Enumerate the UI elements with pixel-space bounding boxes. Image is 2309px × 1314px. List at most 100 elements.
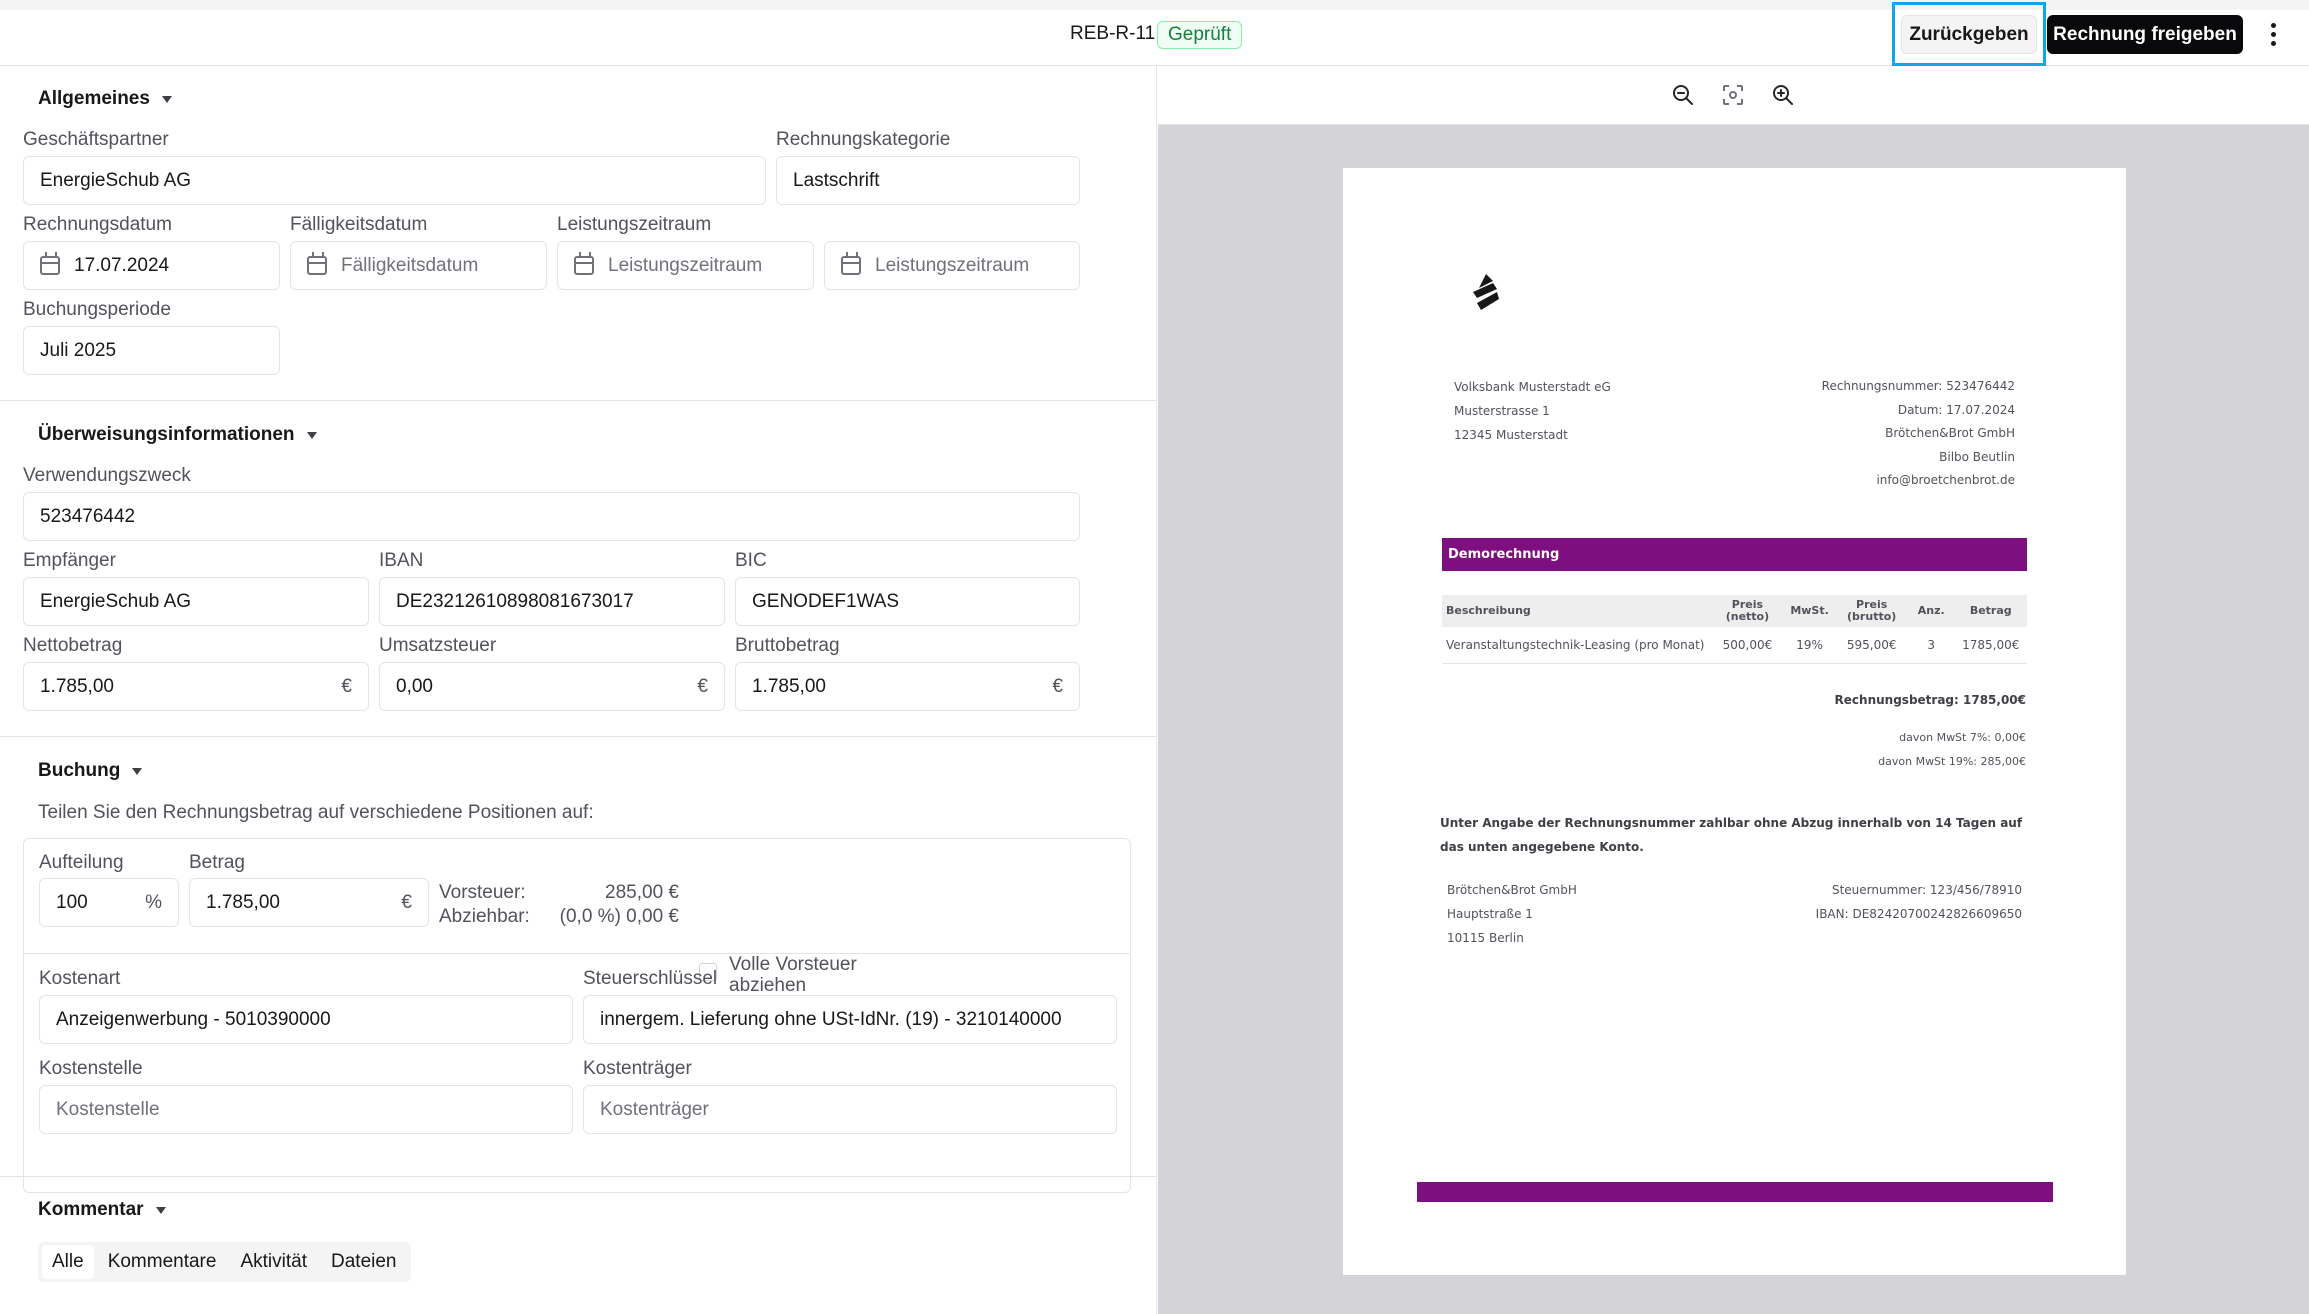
due-date-field[interactable]: Fälligkeitsdatum: [290, 241, 547, 290]
pdf-toolbar: [1158, 66, 2309, 125]
partner-value: EnergieSchub AG: [40, 169, 192, 191]
iban-field[interactable]: DE23212610898081673017: [379, 577, 725, 626]
category-field[interactable]: Lastschrift: [776, 156, 1080, 205]
amount-label: Betrag: [189, 852, 245, 873]
period-to-field[interactable]: Leistungszeitraum: [824, 241, 1080, 290]
column-header: Preis (brutto): [1835, 595, 1908, 627]
table-cell: 1785,00€: [1954, 627, 2027, 664]
recipient-value: EnergieSchub AG: [40, 590, 192, 612]
partner-label: Geschäftspartner: [23, 129, 169, 150]
tax-key-field[interactable]: innergem. Lieferung ohne USt-IdNr. (19) …: [583, 995, 1117, 1044]
sender-line: Musterstrasse 1: [1454, 404, 1550, 418]
section-divider: [0, 1176, 1156, 1177]
invoice-date-field[interactable]: 17.07.2024: [23, 241, 280, 290]
payment-note: Unter Angabe der Rechnungsnummer zahlbar…: [1440, 816, 2023, 854]
recipient-field[interactable]: EnergieSchub AG: [23, 577, 369, 626]
purpose-label: Verwendungszweck: [23, 465, 191, 486]
split-amount-value: 1.785,00: [206, 891, 280, 913]
section-booking-title: Buchung: [38, 760, 121, 781]
section-comment-toggle[interactable]: Kommentar: [38, 1199, 166, 1221]
booking-period-field[interactable]: Juli 2025: [23, 326, 280, 375]
vat-label: Umsatzsteuer: [379, 635, 497, 656]
cost-type-value: Anzeigenwerbung - 5010390000: [56, 1008, 331, 1030]
column-header: MwSt.: [1783, 595, 1836, 627]
invoice-tax-breakdown: davon MwSt 7%: 0,00€ davon MwSt 19%: 285…: [1878, 726, 2026, 774]
period-to-placeholder: Leistungszeitraum: [875, 254, 1030, 276]
return-button[interactable]: Zurückgeben: [1901, 15, 2037, 54]
tax-line: davon MwSt 7%: 0,00€: [1899, 731, 2026, 744]
booking-period-value: Juli 2025: [40, 339, 117, 361]
due-date-label: Fälligkeitsdatum: [290, 214, 428, 235]
column-header: Beschreibung: [1442, 595, 1712, 627]
vat-field[interactable]: 0,00 €: [379, 662, 725, 711]
footer-tax-info: Steuernummer: 123/456/78910 IBAN: DE8242…: [1816, 878, 2022, 926]
cost-center-field[interactable]: Kostenstelle: [39, 1085, 573, 1134]
tab-files[interactable]: Dateien: [321, 1245, 407, 1279]
gross-amount-field[interactable]: 1.785,00 €: [735, 662, 1080, 711]
bic-value: GENODEF1WAS: [752, 590, 900, 612]
vat-value: 0,00: [396, 675, 433, 697]
tab-comments[interactable]: Kommentare: [98, 1245, 227, 1279]
column-header: Betrag: [1954, 595, 2027, 627]
period-from-field[interactable]: Leistungszeitraum: [557, 241, 814, 290]
currency-suffix: €: [1052, 675, 1063, 697]
tax-line: davon MwSt 19%: 285,00€: [1878, 755, 2026, 768]
meta-line: Bilbo Beutlin: [1939, 449, 2015, 464]
zoom-out-icon[interactable]: [1671, 83, 1695, 107]
deductible-label: Abziehbar:: [439, 906, 530, 927]
split-percent-value: 100: [56, 891, 88, 913]
split-percent-field[interactable]: 100 %: [39, 878, 179, 927]
section-general-title: Allgemeines: [38, 88, 150, 109]
fit-screen-icon[interactable]: [1721, 83, 1745, 107]
calendar-icon: [841, 252, 861, 275]
currency-suffix: €: [697, 675, 708, 697]
gross-amount-label: Bruttobetrag: [735, 635, 840, 656]
iban-value: DE23212610898081673017: [396, 590, 634, 612]
status-badge: Geprüft: [1157, 21, 1243, 49]
caret-down-icon: [132, 767, 143, 775]
bic-field[interactable]: GENODEF1WAS: [735, 577, 1080, 626]
footer-line: Brötchen&Brot GmbH: [1447, 883, 1577, 897]
split-label: Aufteilung: [39, 852, 124, 873]
cost-unit-field[interactable]: Kostenträger: [583, 1085, 1117, 1134]
tab-all[interactable]: Alle: [42, 1245, 94, 1279]
footer-address: Brötchen&Brot GmbH Hauptstraße 1 10115 B…: [1447, 878, 1577, 950]
column-header: Preis (netto): [1711, 595, 1784, 627]
meta-line: info@broetchenbrot.de: [1876, 473, 2015, 487]
cost-type-field[interactable]: Anzeigenwerbung - 5010390000: [39, 995, 573, 1044]
section-comment-title: Kommentar: [38, 1199, 144, 1220]
section-booking-toggle[interactable]: Buchung: [38, 760, 143, 782]
input-tax-label: Vorsteuer:: [439, 882, 526, 903]
pdf-preview-panel: Volksbank Musterstadt eG Musterstrasse 1…: [1158, 66, 2309, 1314]
section-general-toggle[interactable]: Allgemeines: [38, 88, 172, 110]
full-input-tax-label: Volle Vorsteuer abziehen: [729, 954, 857, 996]
footer-line: Steuernummer: 123/456/78910: [1831, 883, 2022, 897]
more-vertical-icon[interactable]: [2263, 18, 2283, 50]
net-amount-field[interactable]: 1.785,00 €: [23, 662, 369, 711]
split-card-divider: [23, 953, 1131, 954]
period-label: Leistungszeitraum: [557, 214, 712, 235]
invoice-form-panel: Allgemeines Geschäftspartner EnergieSchu…: [0, 66, 1157, 1314]
currency-suffix: €: [341, 675, 352, 697]
section-transfer-toggle[interactable]: Überweisungsinformationen: [38, 424, 317, 446]
table-cell: 19%: [1783, 627, 1836, 664]
top-bar: REB-R-11 Geprüft Zurückgeben Rechnung fr…: [0, 0, 2309, 66]
split-amount-field[interactable]: 1.785,00 €: [189, 878, 429, 927]
zoom-in-icon[interactable]: [1771, 83, 1795, 107]
footer-line: Hauptstraße 1: [1447, 907, 1533, 921]
caret-down-icon: [161, 95, 172, 103]
percent-suffix: %: [145, 891, 162, 913]
cost-type-label: Kostenart: [39, 968, 121, 989]
company-logo: [1473, 274, 1499, 310]
tab-activity[interactable]: Aktivität: [230, 1245, 317, 1279]
release-invoice-button[interactable]: Rechnung freigeben: [2047, 15, 2243, 54]
table-cell: 595,00€: [1835, 627, 1908, 664]
net-amount-label: Nettobetrag: [23, 635, 123, 656]
period-from-placeholder: Leistungszeitraum: [608, 254, 763, 276]
purpose-field[interactable]: 523476442: [23, 492, 1080, 541]
footer-line: 10115 Berlin: [1447, 931, 1524, 945]
partner-field[interactable]: EnergieSchub AG: [23, 156, 766, 205]
table-cell: Veranstaltungstechnik-Leasing (pro Monat…: [1442, 627, 1712, 664]
calendar-icon: [574, 252, 594, 275]
section-divider: [0, 400, 1156, 401]
